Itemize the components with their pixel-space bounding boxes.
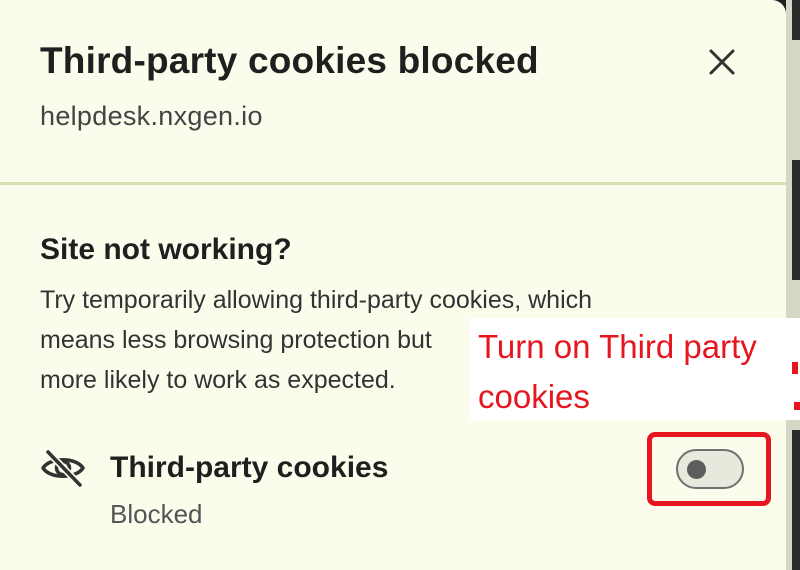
window-edge [786, 0, 800, 570]
annotation-mark [794, 402, 800, 410]
setting-status: Blocked [110, 499, 203, 529]
annotation-text: Turn on Third party cookies [478, 322, 798, 422]
annotation-highlight-box [647, 432, 771, 506]
window-edge-segment [792, 430, 800, 570]
site-domain: helpdesk.nxgen.io [40, 101, 263, 131]
annotation-mark [792, 362, 798, 374]
window-edge-segment [792, 160, 800, 280]
eye-off-icon [41, 449, 85, 488]
close-icon [709, 49, 735, 75]
window-edge-segment [792, 0, 800, 40]
dialog-title: Third-party cookies blocked [40, 40, 539, 81]
section-heading: Site not working? [40, 233, 292, 266]
close-button[interactable] [700, 40, 744, 84]
annotation-line: cookies [478, 378, 590, 415]
help-line: Try temporarily allowing third-party coo… [40, 286, 593, 314]
divider [0, 182, 786, 185]
annotation-line: Turn on Third party [478, 328, 757, 365]
setting-label: Third-party cookies [110, 451, 389, 484]
